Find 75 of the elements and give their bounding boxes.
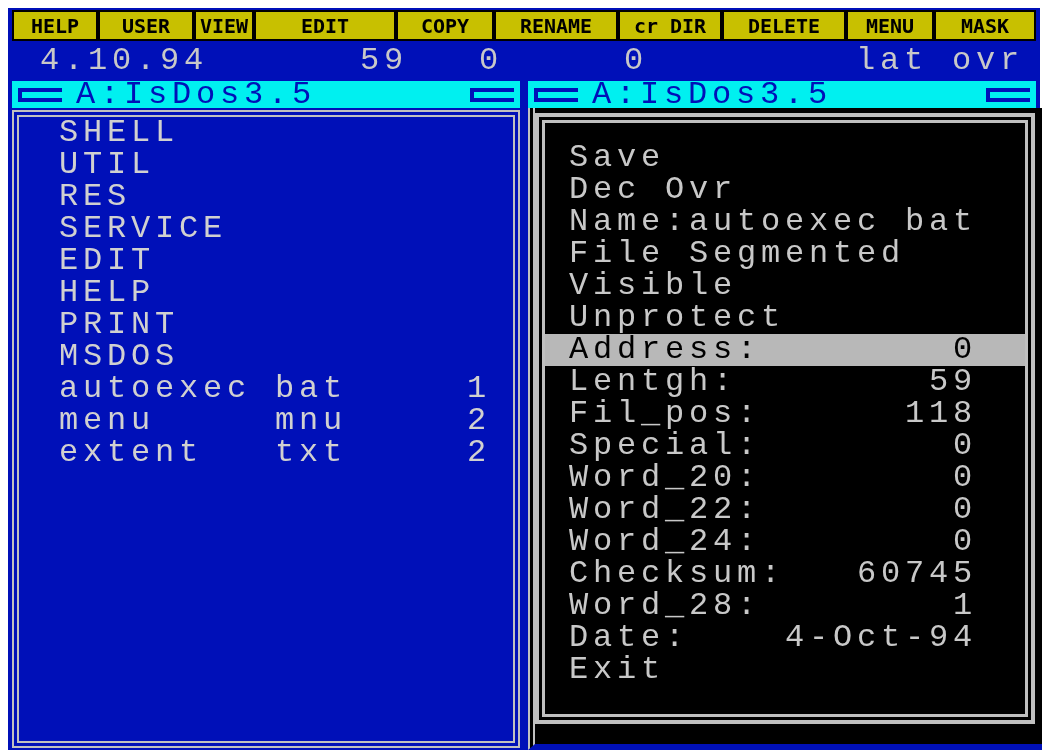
directory-name[interactable]: PRINT — [59, 309, 275, 341]
field-label: Word_24: — [569, 526, 762, 558]
directory-name[interactable]: MSDOS — [59, 341, 275, 373]
field-row[interactable]: Lentgh: 59 — [545, 366, 1026, 398]
file-name[interactable]: autoexec — [59, 373, 275, 405]
field-row[interactable]: Address: 0 — [545, 334, 1026, 366]
field-row[interactable]: Word_22: 0 — [545, 494, 1026, 526]
status-value: 0 — [623, 45, 648, 77]
double-line-icon — [470, 87, 514, 102]
menu-item[interactable]: Exit — [545, 654, 1026, 686]
field-value: 1 — [953, 590, 978, 622]
directory-name[interactable]: HELP — [59, 277, 275, 309]
function-key[interactable]: RENAME — [496, 12, 616, 39]
file-extension: txt — [275, 437, 348, 469]
field-value: 59 — [929, 366, 978, 398]
function-key[interactable]: HELP — [14, 12, 96, 39]
file-size: 1 — [467, 373, 491, 405]
function-key[interactable]: USER — [100, 12, 192, 39]
double-line-icon — [534, 87, 578, 102]
function-key[interactable]: DELETE — [724, 12, 844, 39]
directory-name[interactable]: SERVICE — [59, 213, 275, 245]
directory-name[interactable]: SHELL — [59, 117, 275, 149]
file-size: 2 — [467, 437, 491, 469]
date-text: 4.10.94 — [39, 45, 210, 77]
field-value: 0 — [953, 526, 978, 558]
panel-title: A:IsDos3.5 — [76, 81, 318, 108]
field-row[interactable]: Date: 4-Oct-94 — [545, 622, 1026, 654]
field-value: 0 — [953, 494, 978, 526]
field-value: 118 — [905, 398, 978, 430]
directory-name[interactable]: RES — [59, 181, 275, 213]
field-label: Word_28: — [569, 590, 762, 622]
file-extension: mnu — [275, 405, 348, 437]
menu-item[interactable]: Save — [545, 142, 1026, 174]
menu-item[interactable]: Name:autoexec bat — [545, 206, 1026, 238]
menu-item[interactable]: Dec Ovr — [545, 174, 1026, 206]
mode-indicator: lat ovr — [855, 45, 1024, 77]
field-value: 0 — [953, 462, 978, 494]
field-value: 0 — [953, 430, 978, 462]
field-value: 0 — [953, 334, 978, 366]
field-row[interactable]: Word_24: 0 — [545, 526, 1026, 558]
field-label: Checksum: — [569, 558, 786, 590]
function-key[interactable]: VIEW — [196, 12, 252, 39]
file-size: 2 — [467, 405, 491, 437]
field-label: Fil_pos: — [569, 398, 762, 430]
field-label: Address: — [569, 334, 762, 366]
function-key[interactable]: COPY — [398, 12, 492, 39]
function-key[interactable]: MASK — [936, 12, 1034, 39]
field-label: Date: — [569, 622, 689, 654]
field-row[interactable]: Fil_pos: 118 — [545, 398, 1026, 430]
field-value: 60745 — [857, 558, 978, 590]
function-key[interactable]: cr DIR — [620, 12, 720, 39]
field-row[interactable]: Word_20: 0 — [545, 462, 1026, 494]
field-row[interactable]: Special: 0 — [545, 430, 1026, 462]
function-key[interactable]: MENU — [848, 12, 932, 39]
directory-name[interactable]: EDIT — [59, 245, 275, 277]
status-value: 59 — [359, 45, 408, 77]
directory-name[interactable]: UTIL — [59, 149, 275, 181]
file-name[interactable]: extent — [59, 437, 275, 469]
field-label: Word_22: — [569, 494, 762, 526]
double-line-icon — [986, 87, 1030, 102]
field-label: Word_20: — [569, 462, 762, 494]
menu-item[interactable]: File Segmented — [545, 238, 1026, 270]
panel-title: A:IsDos3.5 — [592, 81, 834, 108]
field-label: Special: — [569, 430, 762, 462]
field-row[interactable]: Checksum: 60745 — [545, 558, 1026, 590]
file-name[interactable]: menu — [59, 405, 275, 437]
menu-item[interactable]: Visible — [545, 270, 1026, 302]
menu-item[interactable]: Unprotect — [545, 302, 1026, 334]
double-line-icon — [18, 87, 62, 102]
status-value: 0 — [478, 45, 503, 77]
field-label: Lentgh: — [569, 366, 738, 398]
field-value: 4-Oct-94 — [785, 622, 978, 654]
function-key[interactable]: EDIT — [256, 12, 394, 39]
file-extension: bat — [275, 373, 348, 405]
field-row[interactable]: Word_28: 1 — [545, 590, 1026, 622]
